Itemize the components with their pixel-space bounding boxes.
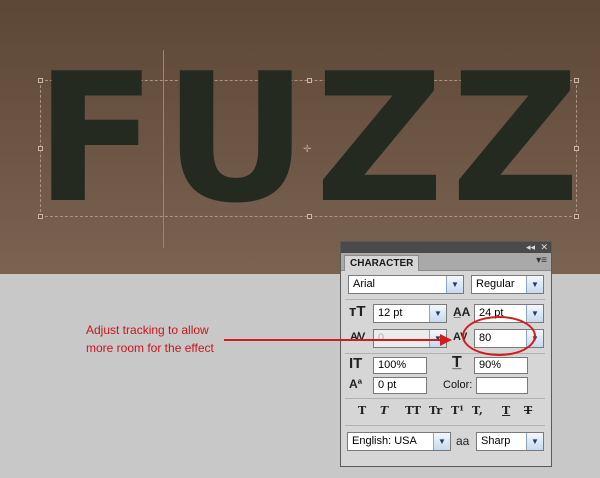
font-style-value: Regular [476, 278, 515, 290]
panel-titlebar[interactable]: ◂◂ ✕ [341, 242, 551, 253]
language-select[interactable]: English: USA ▼ [347, 432, 451, 451]
chevron-down-icon[interactable]: ▼ [526, 433, 543, 450]
font-family-select[interactable]: Arial ▼ [348, 275, 464, 294]
annotation-arrow-line [224, 339, 446, 341]
font-family-value: Arial [353, 278, 376, 290]
separator [345, 299, 545, 300]
leading-icon: A̲A [453, 305, 471, 319]
collapse-icon[interactable]: ◂◂ [526, 242, 535, 253]
letter-z1: Z [314, 35, 444, 242]
chevron-down-icon[interactable]: ▼ [429, 305, 446, 322]
kerning-value: 0 [378, 332, 385, 344]
subscript-button[interactable]: T, [472, 404, 483, 417]
baseline-shift-icon: Aª [349, 377, 363, 391]
letter-u: U [163, 35, 309, 242]
baseline-shift-field[interactable]: 0 pt [373, 377, 427, 394]
tab-character[interactable]: CHARACTER [344, 255, 420, 271]
separator [345, 398, 545, 399]
text-cursor-guide [163, 50, 164, 248]
color-swatch[interactable] [476, 377, 528, 394]
font-size-icon: ᴛT [349, 303, 366, 320]
letter-f: F [35, 35, 157, 242]
faux-bold-button[interactable]: T [358, 404, 366, 417]
letter-z2: Z [450, 35, 580, 242]
chevron-down-icon[interactable]: ▼ [526, 305, 543, 322]
separator [345, 425, 545, 426]
superscript-button[interactable]: T¹ [451, 404, 464, 417]
antialias-value: Sharp [481, 435, 511, 447]
panel-tabbar: CHARACTER ▾≡ [341, 253, 551, 271]
font-style-select[interactable]: Regular ▼ [471, 275, 544, 294]
language-value: English: USA [352, 435, 417, 447]
horizontal-scale-field[interactable]: 90% [474, 357, 528, 374]
vertical-scale-icon: IT [349, 355, 363, 372]
all-caps-button[interactable]: TT [405, 404, 421, 417]
annotation-arrow-head-icon [440, 334, 452, 346]
close-icon[interactable]: ✕ [540, 242, 548, 253]
faux-italic-button[interactable]: T [380, 404, 388, 417]
font-size-select[interactable]: 12 pt ▼ [373, 304, 447, 323]
vertical-scale-field[interactable]: 100% [373, 357, 427, 374]
underline-button[interactable]: T [502, 404, 510, 417]
chevron-down-icon[interactable]: ▼ [446, 276, 463, 293]
small-caps-button[interactable]: Tr [429, 404, 442, 417]
kerning-icon: A̸V [350, 331, 366, 343]
chevron-down-icon[interactable]: ▼ [433, 433, 450, 450]
chevron-down-icon[interactable]: ▼ [526, 276, 543, 293]
annotation-highlight-ellipse [462, 316, 536, 356]
color-label: Color: [443, 379, 473, 391]
annotation-line-1: Adjust tracking to allow [86, 323, 209, 337]
horizontal-scale-icon: T̲ [452, 354, 462, 371]
center-crosshair-icon: ✛ [303, 144, 312, 155]
font-size-value: 12 pt [378, 307, 403, 319]
strikethrough-button[interactable]: T [524, 404, 532, 417]
panel-menu-icon[interactable]: ▾≡ [536, 255, 547, 266]
canvas-text: F U Z Z [35, 35, 580, 242]
antialias-select[interactable]: Sharp ▼ [476, 432, 544, 451]
annotation-line-2: more room for the effect [86, 341, 214, 355]
document-canvas[interactable]: F U Z Z ✛ [0, 0, 600, 274]
antialias-icon: aa [456, 434, 470, 448]
